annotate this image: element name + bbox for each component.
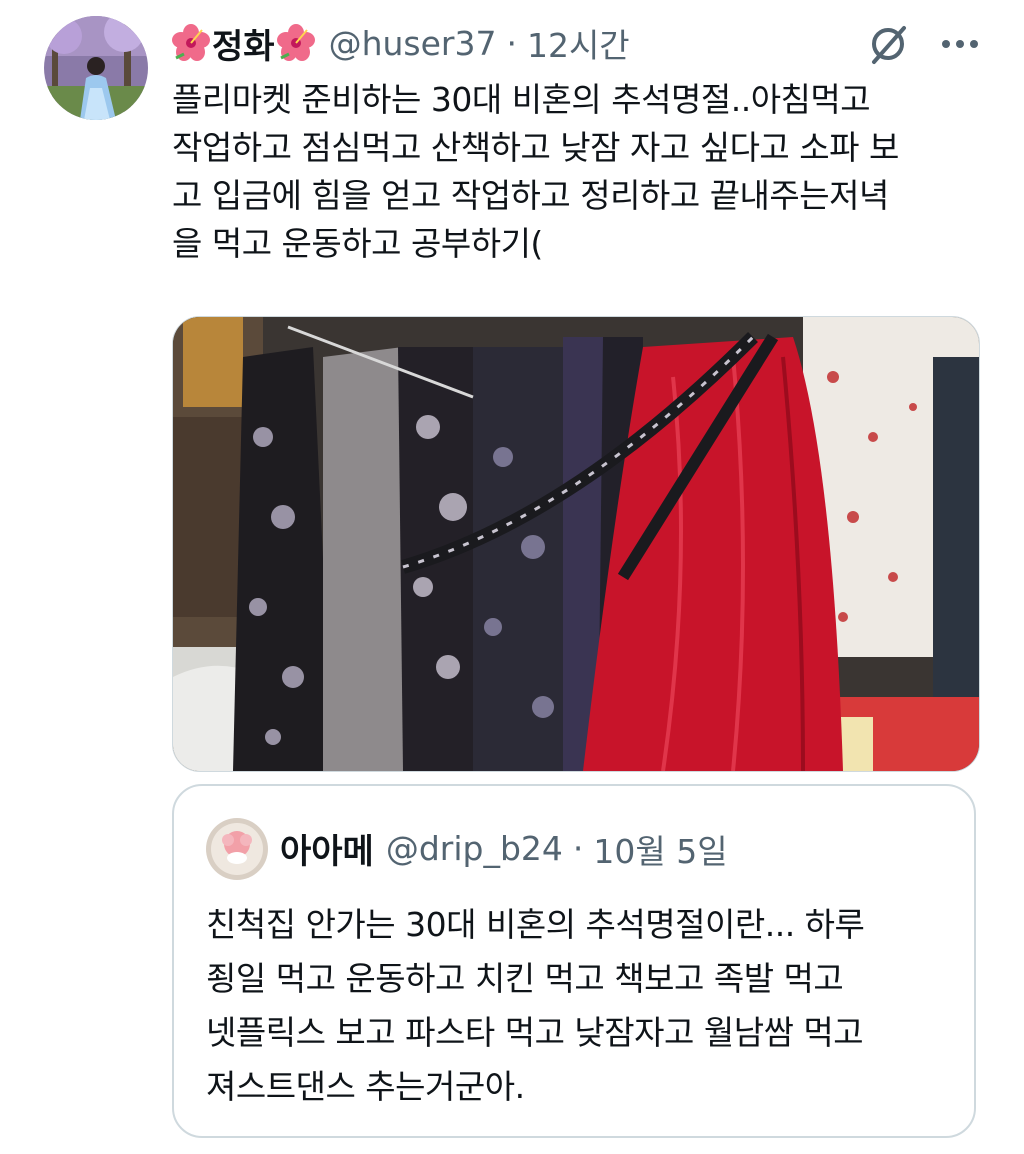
separator-dot: · — [572, 829, 584, 868]
quoted-timestamp[interactable]: 10월 5일 — [593, 825, 727, 873]
tweet-header: 정화 @huser37 · 12시간 — [172, 18, 630, 68]
tweet-actions — [866, 22, 982, 70]
quoted-display-name[interactable]: 아아메 — [280, 824, 374, 873]
quoted-tweet[interactable]: 아아메 @drip_b24 · 10월 5일 친척집 안가는 30대 비혼의 추… — [172, 784, 976, 1138]
avatar-photo — [44, 16, 148, 120]
grok-icon[interactable] — [866, 22, 938, 70]
author-display-name[interactable]: 정화 — [212, 19, 275, 68]
separator-dot: · — [506, 23, 517, 63]
author-avatar[interactable] — [44, 16, 148, 120]
quoted-tweet-header: 아아메 @drip_b24 · 10월 5일 — [280, 824, 728, 873]
author-handle[interactable]: @huser37 — [329, 24, 497, 63]
tweet-photo[interactable] — [172, 316, 980, 772]
hibiscus-icon — [172, 24, 210, 62]
more-icon[interactable] — [938, 22, 982, 70]
quoted-tweet-text: 친척집 안가는 30대 비혼의 추석명절이란... 하루 죙일 먹고 운동하고 … — [206, 905, 865, 1106]
tweet-timestamp[interactable]: 12시간 — [527, 19, 630, 67]
quoted-author-avatar[interactable] — [206, 818, 268, 880]
hibiscus-icon — [276, 24, 315, 62]
tweet-text: 플리마켓 준비하는 30대 비혼의 추석명절..아침먹고 작업하고 점심먹고 산… — [172, 80, 899, 263]
quoted-handle[interactable]: @drip_b24 — [386, 829, 563, 868]
